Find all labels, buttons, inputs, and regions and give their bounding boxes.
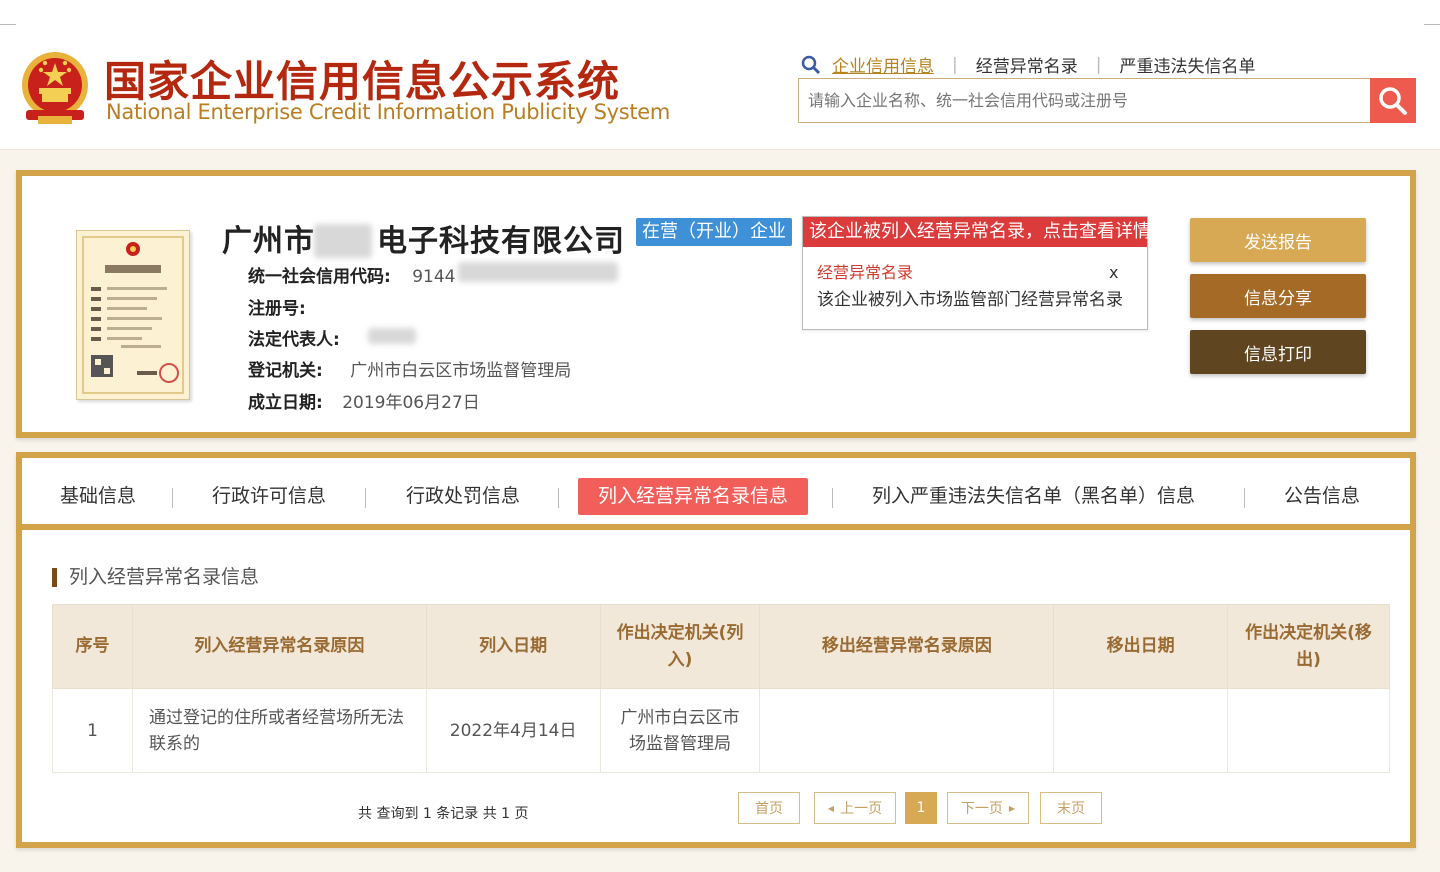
abnormal-notice-link[interactable]: 该企业被列入经营异常名录，点击查看详情 [803,217,1151,247]
company-name-prefix: 广州市 [222,224,315,259]
tab-blacklist[interactable]: 列入严重违法失信名单（黑名单）信息 [872,478,1195,515]
divider [365,488,366,508]
table-cell [759,688,1055,773]
site-subtitle: National Enterprise Credit Information P… [106,100,671,124]
column-header: 序号 [52,604,133,689]
share-info-button[interactable]: 信息分享 [1190,274,1366,318]
search-icon [801,55,821,74]
close-icon[interactable]: x [1109,263,1118,282]
abnormal-notice: 该企业被列入经营异常名录，点击查看详情 经营异常名录 x 该企业被列入市场监管部… [802,216,1151,330]
search-box [798,78,1416,123]
reg-no-row: 注册号: [248,294,306,319]
info-section: 基础信息 行政许可信息 行政处罚信息 列入经营异常名录信息 列入严重违法失信名单… [16,452,1416,848]
company-card: 广州市 电子科技有限公司 在营（开业）企业 统一社会信用代码: 9144 注册号:… [16,170,1416,438]
legal-rep-row: 法定代表人: [248,325,340,350]
column-header: 移出日期 [1053,604,1229,689]
chevron-right-icon: ▶ [1008,803,1016,813]
column-header: 列入日期 [425,604,601,689]
chevron-left-icon: ◀ [827,803,835,813]
tab-abnormal-list[interactable]: 列入经营异常名录信息 [578,478,809,515]
national-emblem-icon [22,52,88,124]
column-header: 作出决定机关(移出) [1227,604,1390,689]
credit-code-label: 统一社会信用代码: [248,267,391,287]
pager-summary: 共 查询到 1 条记录 共 1 页 [358,806,529,822]
table-cell: 通过登记的住所或者经营场所无法联系的 [131,688,427,773]
company-name: 广州市 电子科技有限公司 [222,216,625,260]
tab-admin-penalty[interactable]: 行政处罚信息 [406,478,520,515]
print-info-button[interactable]: 信息打印 [1190,330,1366,374]
abnormal-list-table: 序号 列入经营异常名录原因 列入日期 作出决定机关(列入) 移出经营异常名录原因… [52,604,1390,773]
founded-value: 2019年06月27日 [342,393,480,413]
link-abnormal-list[interactable]: 经营异常名录 [976,52,1078,77]
link-serious-violation-list[interactable]: 严重违法失信名单 [1119,52,1255,77]
link-enterprise-credit[interactable]: 企业信用信息 [832,52,934,77]
column-header: 列入经营异常名录原因 [131,604,427,689]
search-icon [1379,86,1407,115]
divider [832,488,833,508]
authority-value: 广州市白云区市场监督管理局 [350,361,572,381]
business-license-image[interactable] [76,230,190,400]
status-badge: 在营（开业）企业 [636,218,792,246]
section-title: 列入经营异常名录信息 [52,568,259,587]
license-icon [82,236,184,394]
table-row: 1 通过登记的住所或者经营场所无法联系的 2022年4月14日 广州市白云区市场… [52,688,1390,773]
next-page-label: 下一页 [960,801,1003,817]
divider: | [1095,54,1102,75]
column-header: 作出决定机关(列入) [599,604,761,689]
column-header: 移出经营异常名录原因 [759,604,1055,689]
reg-no-label: 注册号: [248,299,306,319]
prev-page-label: 上一页 [840,801,883,817]
tab-basic-info[interactable]: 基础信息 [60,478,136,515]
founded-label: 成立日期: [248,393,323,413]
search-button[interactable] [1370,78,1416,123]
first-page-button[interactable]: 首页 [738,792,800,824]
redacted-area [368,328,416,344]
credit-code-row: 统一社会信用代码: 9144 [248,262,455,287]
table-cell [1053,688,1229,773]
send-report-button[interactable]: 发送报告 [1190,218,1366,262]
search-input[interactable] [799,79,1371,122]
site-header: 国家企业信用信息公示系统 National Enterprise Credit … [0,0,1440,150]
prev-page-button[interactable]: ◀ 上一页 [814,792,896,824]
authority-row: 登记机关: 广州市白云区市场监督管理局 [248,356,571,381]
redacted-area [458,262,618,282]
tab-bar: 基础信息 行政许可信息 行政处罚信息 列入经营异常名录信息 列入严重违法失信名单… [22,458,1410,530]
next-page-button[interactable]: 下一页 ▶ [947,792,1029,824]
divider: | [952,54,958,75]
table-cell: 2022年4月14日 [425,688,601,773]
last-page-button[interactable]: 末页 [1040,792,1102,824]
company-name-suffix: 电子科技有限公司 [377,224,625,259]
authority-label: 登记机关: [248,361,323,381]
tab-admin-license[interactable]: 行政许可信息 [212,478,326,515]
redacted-area [314,224,372,258]
abnormal-notice-title: 经营异常名录 [817,263,914,282]
table-header-row: 序号 列入经营异常名录原因 列入日期 作出决定机关(列入) 移出经营异常名录原因… [52,604,1390,689]
page-number-current[interactable]: 1 [905,792,937,824]
tab-announcements[interactable]: 公告信息 [1284,478,1360,515]
table-cell: 广州市白云区市场监督管理局 [599,688,761,773]
legal-rep-label: 法定代表人: [248,330,340,350]
divider [558,488,559,508]
table-cell [1227,688,1390,773]
abnormal-notice-desc: 该企业被列入市场监管部门经营异常名录 [817,290,1123,310]
divider [0,24,16,25]
top-nav: 企业信用信息 | 经营异常名录 | 严重违法失信名单 [800,52,1255,77]
divider [1244,488,1245,508]
founded-row: 成立日期: 2019年06月27日 [248,388,480,413]
table-cell: 1 [52,688,133,773]
divider [172,488,173,508]
credit-code-value: 9144 [412,267,456,287]
divider [1424,24,1440,25]
